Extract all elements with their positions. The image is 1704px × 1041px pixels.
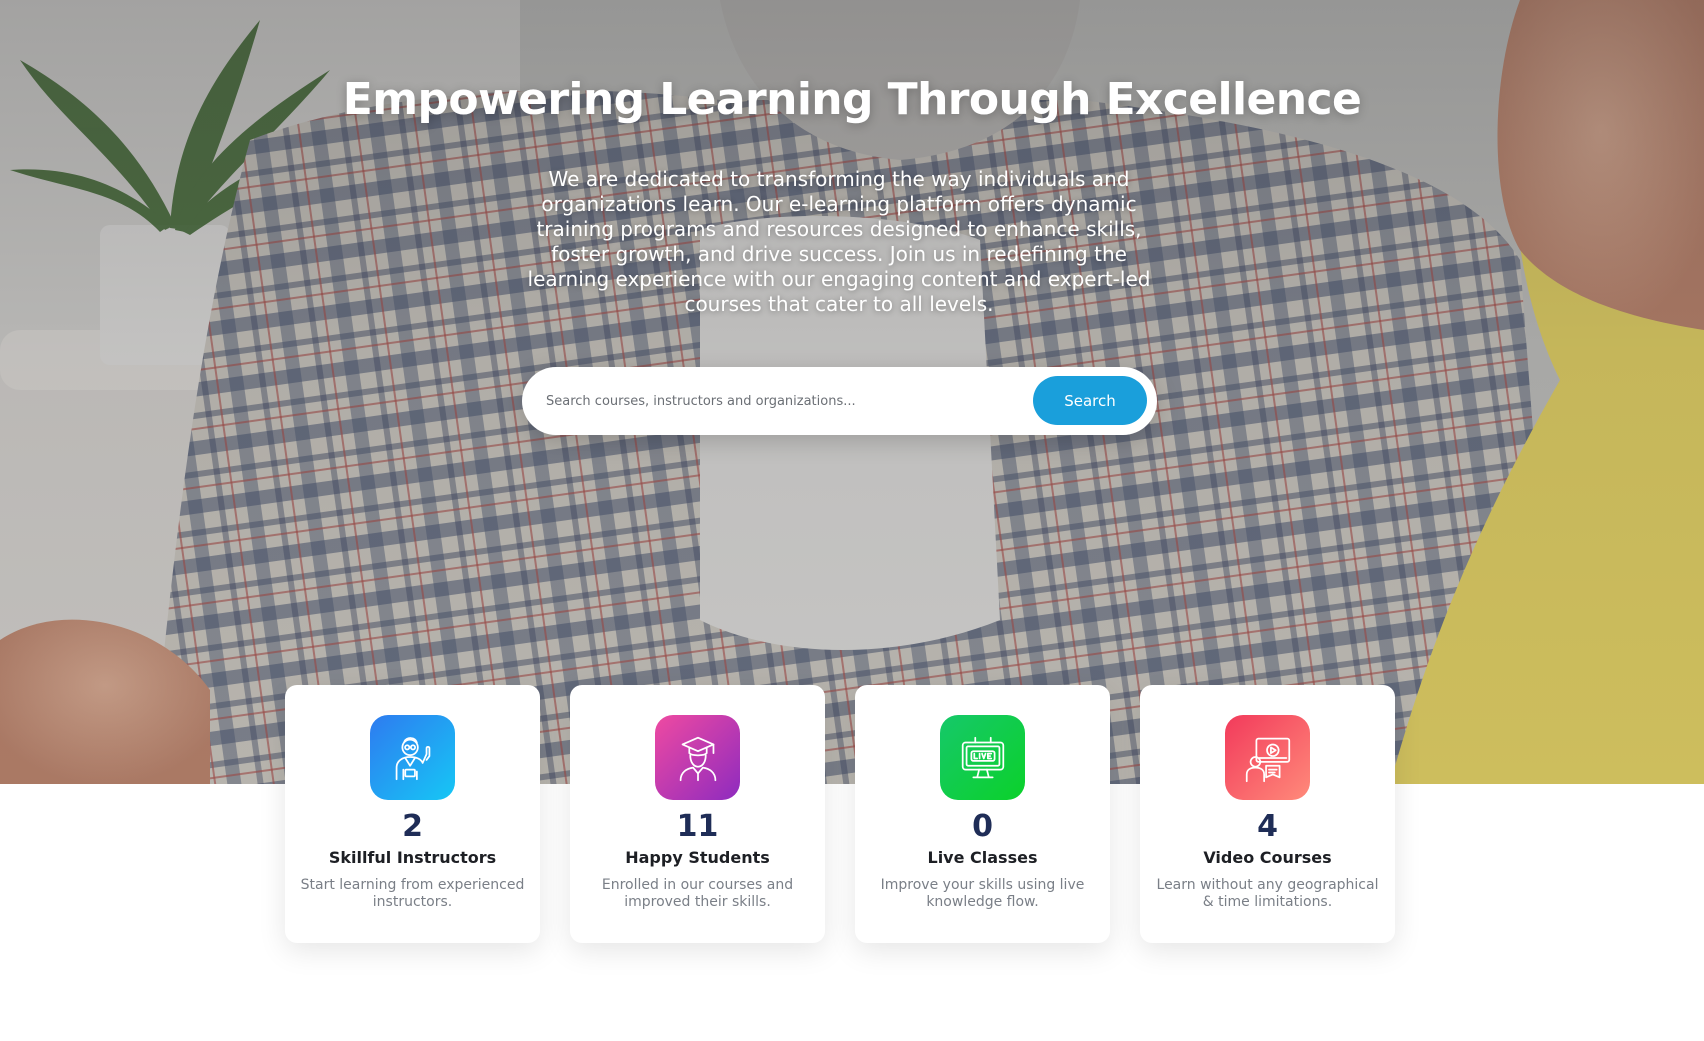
hero-description: We are dedicated to transforming the way… (527, 167, 1151, 316)
stat-description: Enrolled in our courses and improved the… (601, 877, 794, 910)
stat-description: Start learning from experienced instruct… (300, 877, 525, 910)
stat-count: 0 (972, 809, 993, 844)
stat-title: Live Classes (927, 848, 1038, 867)
stat-card-live-classes[interactable]: 0 Live Classes Improve your skills using… (855, 685, 1110, 943)
stat-description: Improve your skills using live knowledge… (880, 877, 1085, 910)
stat-title: Video Courses (1203, 848, 1332, 867)
stat-count: 11 (676, 809, 719, 844)
video-course-icon (1225, 715, 1310, 800)
graduate-student-icon (655, 715, 740, 800)
stat-count: 2 (402, 809, 423, 844)
stat-count: 4 (1257, 809, 1278, 844)
hero-title: Empowering Learning Through Excellence (342, 74, 1362, 125)
hero-section: Empowering Learning Through Excellence W… (0, 0, 1704, 784)
instructor-icon (370, 715, 455, 800)
stat-card-students[interactable]: 11 Happy Students Enrolled in our course… (570, 685, 825, 943)
stats-section: 2 Skillful Instructors Start learning fr… (285, 685, 1395, 943)
stat-title: Happy Students (625, 848, 770, 867)
stat-title: Skillful Instructors (328, 848, 497, 867)
stat-description: Learn without any geographical & time li… (1156, 877, 1379, 910)
stat-card-instructors[interactable]: 2 Skillful Instructors Start learning fr… (285, 685, 540, 943)
search-bar: Search (522, 367, 1157, 435)
stat-card-video-courses[interactable]: 4 Video Courses Learn without any geogra… (1140, 685, 1395, 943)
search-input[interactable] (546, 381, 1016, 421)
live-monitor-icon (940, 715, 1025, 800)
search-button[interactable]: Search (1033, 376, 1147, 425)
